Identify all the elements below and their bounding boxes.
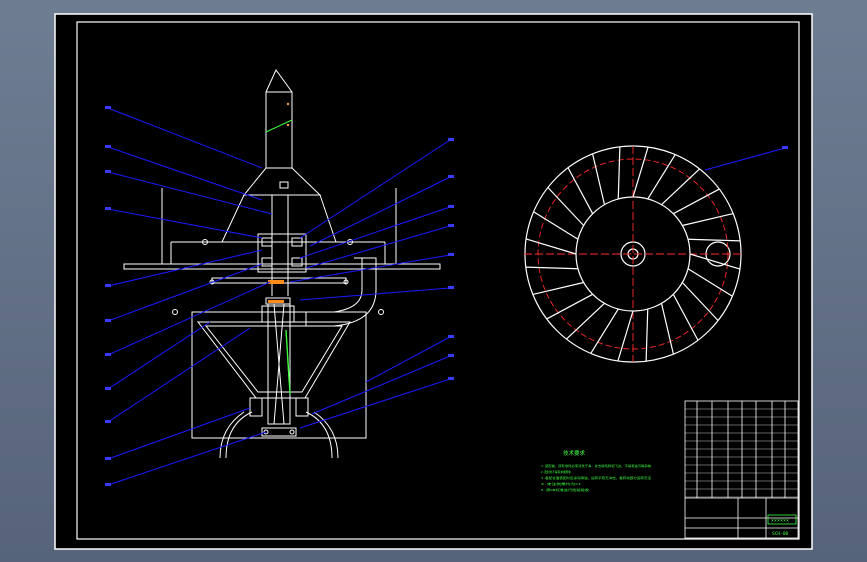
note-line-5: 5.按GB标准进行检验验收 (541, 487, 589, 492)
notes-title: 技术要求 (563, 449, 586, 457)
note-line-1: 1.装配前，所有零件必须清洗干净，并去除毛刺和飞边，不得有油污等杂物 (541, 463, 651, 468)
note-line-4: 4.未注倒角均为C1 (541, 481, 581, 486)
note-line-3: 3.各配合面装配时应涂润滑油，运转平稳无冲击，各转动部分运转灵活 (541, 475, 651, 480)
drawing-name: ×××××× (771, 518, 789, 524)
cad-drawing-canvas: 技术要求 1.装配前，所有零件必须清洗干净，并去除毛刺和飞边，不得有油污等杂物 … (54, 13, 813, 550)
drawing-number: SCH-00 (772, 531, 789, 537)
drawing-sheet (54, 13, 813, 550)
note-line-2: 2.密封处不得有渗漏现象 (541, 469, 571, 474)
